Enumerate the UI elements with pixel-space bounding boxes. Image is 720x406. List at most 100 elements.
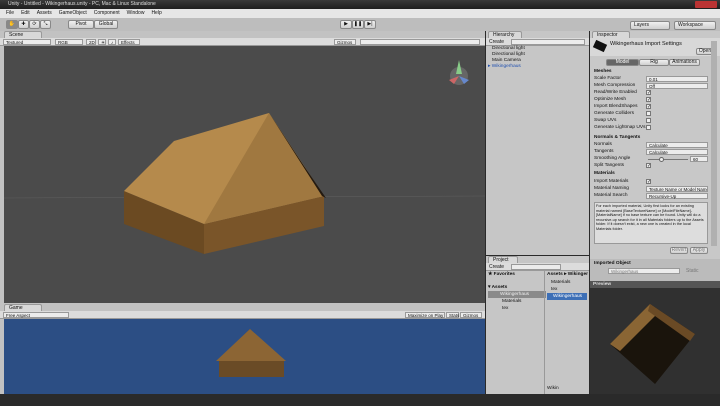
project-footer: Wikin bbox=[547, 386, 559, 391]
window-title: Unity - Untitled - Wikingerhaus.unity - … bbox=[8, 1, 156, 7]
effects-dropdown[interactable]: Effects bbox=[118, 39, 140, 45]
tab-game[interactable]: Game bbox=[4, 304, 42, 311]
inspector-scrollbar[interactable] bbox=[711, 41, 717, 246]
hierarchy-panel: Hierarchy Create Directional light Direc… bbox=[486, 31, 589, 255]
workspace-dropdown[interactable]: Workspace bbox=[674, 21, 716, 30]
meshes-header: Meshes bbox=[594, 69, 612, 74]
split-tangents-checkbox[interactable]: ✓ bbox=[646, 163, 651, 169]
apply-button[interactable]: Apply bbox=[690, 247, 708, 254]
tangents-label: Tangents bbox=[594, 149, 614, 154]
scale-factor-label: Scale Factor bbox=[594, 76, 621, 81]
file-materials[interactable]: Materials bbox=[551, 279, 570, 286]
preview-view[interactable] bbox=[590, 289, 720, 394]
pause-button[interactable]: ❚❚ bbox=[352, 20, 364, 29]
file-wikingerhaus[interactable]: Wikingerhaus bbox=[547, 293, 587, 300]
material-naming-label: Material Naming bbox=[594, 186, 629, 191]
material-naming-dropdown[interactable]: Texture Name or Model Name bbox=[646, 186, 708, 192]
favorites-item[interactable]: ★ Favorites bbox=[488, 271, 515, 278]
tangents-dropdown[interactable]: Calculate bbox=[646, 149, 708, 155]
checkbox-label: Read/Write Enabled bbox=[594, 90, 637, 95]
option-checkbox[interactable]: ✓ bbox=[646, 97, 651, 103]
play-button[interactable]: ▶ bbox=[340, 20, 352, 29]
stats-toggle[interactable]: Stats bbox=[446, 312, 459, 318]
title-bar: Unity - Untitled - Wikingerhaus.unity - … bbox=[0, 0, 720, 9]
color-mode-dropdown[interactable]: RGB bbox=[55, 39, 83, 45]
normals-dropdown[interactable]: Calculate bbox=[646, 142, 708, 148]
slider-knob[interactable] bbox=[659, 157, 665, 162]
revert-button[interactable]: Revert bbox=[670, 247, 688, 254]
tab-scene[interactable]: Scene bbox=[4, 31, 42, 38]
checkbox-label: Generate Lightmap UVs bbox=[594, 125, 646, 130]
tab-hierarchy[interactable]: Hierarchy bbox=[488, 31, 522, 38]
menu-window[interactable]: Window bbox=[127, 9, 145, 18]
tab-model[interactable]: Model bbox=[606, 59, 639, 66]
material-help-box: For each imported material, Unity first … bbox=[594, 202, 708, 244]
aspect-dropdown[interactable]: Free Aspect bbox=[3, 312, 69, 318]
pivot-toggle[interactable]: Pivot bbox=[68, 20, 94, 29]
global-toggle[interactable]: Global bbox=[94, 20, 118, 29]
tree-item-tex[interactable]: tex bbox=[502, 305, 508, 312]
window-controls[interactable] bbox=[695, 1, 717, 8]
import-materials-checkbox[interactable]: ✓ bbox=[646, 179, 651, 185]
2d-toggle[interactable]: 2D bbox=[86, 39, 96, 45]
option-checkbox[interactable]: ✓ bbox=[646, 90, 651, 96]
tree-item-materials[interactable]: Materials bbox=[502, 298, 521, 305]
normals-label: Normals bbox=[594, 142, 612, 147]
option-checkbox[interactable] bbox=[646, 125, 651, 130]
maximize-on-play-toggle[interactable]: Maximize on Play bbox=[405, 312, 445, 318]
preview-header: Preview bbox=[590, 281, 720, 288]
menu-component[interactable]: Component bbox=[94, 9, 120, 18]
material-search-dropdown[interactable]: Recursive-Up bbox=[646, 193, 708, 199]
scene-toolbar: Textured RGB 2D ☀ ♪ Effects Gizmos bbox=[0, 38, 485, 46]
game-view bbox=[4, 319, 485, 394]
tab-rig[interactable]: Rig bbox=[639, 59, 669, 66]
checkbox-label: Swap UVs bbox=[594, 118, 617, 123]
gizmos-dropdown[interactable]: Gizmos bbox=[334, 39, 356, 45]
hand-tool-button[interactable]: ✋ bbox=[6, 20, 18, 29]
rotate-tool-button[interactable]: ⟳ bbox=[29, 20, 40, 29]
hierarchy-item-label: Wikingerhaus bbox=[491, 64, 521, 69]
game-toolbar: Free Aspect Maximize on Play Stats Gizmo… bbox=[0, 311, 485, 319]
game-gizmos-dropdown[interactable]: Gizmos bbox=[460, 312, 482, 318]
tab-animations[interactable]: Animations bbox=[669, 59, 700, 66]
tree-item-wikingerhaus[interactable]: Wikingerhaus bbox=[488, 291, 546, 298]
static-toggle: Static bbox=[686, 268, 699, 274]
project-panel: Project Create ★ Favorites ▾ Assets Wiki… bbox=[486, 256, 589, 394]
option-checkbox[interactable] bbox=[646, 118, 651, 123]
smoothing-slider[interactable] bbox=[648, 157, 688, 162]
split-tangents-label: Split Tangents bbox=[594, 163, 625, 168]
move-tool-button[interactable]: ✚ bbox=[18, 20, 29, 29]
menu-file[interactable]: File bbox=[6, 9, 14, 18]
scene-view[interactable] bbox=[4, 46, 485, 303]
audio-toggle[interactable]: ♪ bbox=[108, 39, 116, 45]
project-breadcrumb[interactable]: Assets ▸ Wikinger bbox=[547, 271, 588, 278]
file-tex[interactable]: tex bbox=[551, 286, 557, 293]
option-checkbox[interactable] bbox=[646, 111, 651, 116]
import-materials-label: Import Materials bbox=[594, 179, 629, 184]
scale-tool-button[interactable]: ⤡ bbox=[40, 20, 51, 29]
menu-gameobject[interactable]: GameObject bbox=[59, 9, 87, 18]
favorites-label: Favorites bbox=[493, 272, 515, 277]
tab-project[interactable]: Project bbox=[488, 256, 518, 263]
render-mode-dropdown[interactable]: Textured bbox=[3, 39, 51, 45]
lighting-toggle[interactable]: ☀ bbox=[98, 39, 106, 45]
inspector-title: Wikingerhaus Import Settings bbox=[610, 41, 682, 47]
menu-edit[interactable]: Edit bbox=[21, 9, 30, 18]
smoothing-angle-label: Smoothing Angle bbox=[594, 156, 631, 161]
hierarchy-item-wikingerhaus[interactable]: ▸ Wikingerhaus bbox=[488, 63, 521, 70]
tab-inspector[interactable]: Inspector bbox=[592, 31, 630, 38]
inspector-header: Wikingerhaus Import Settings Open bbox=[590, 38, 720, 56]
project-search[interactable] bbox=[511, 264, 561, 270]
menu-help[interactable]: Help bbox=[151, 9, 161, 18]
mesh-compression-dropdown[interactable]: Off bbox=[646, 83, 708, 89]
layers-dropdown[interactable]: Layers bbox=[630, 21, 670, 30]
material-search-label: Material Search bbox=[594, 193, 628, 198]
menu-assets[interactable]: Assets bbox=[37, 9, 52, 18]
step-button[interactable]: ▶| bbox=[364, 20, 376, 29]
project-create-button[interactable]: Create bbox=[489, 263, 504, 271]
scene-search[interactable] bbox=[360, 39, 480, 45]
option-checkbox[interactable]: ✓ bbox=[646, 104, 651, 110]
scale-factor-input[interactable]: 0.01 bbox=[646, 76, 708, 82]
smoothing-angle-input[interactable]: 60 bbox=[690, 156, 708, 162]
assets-folder[interactable]: ▾ Assets bbox=[488, 284, 507, 291]
